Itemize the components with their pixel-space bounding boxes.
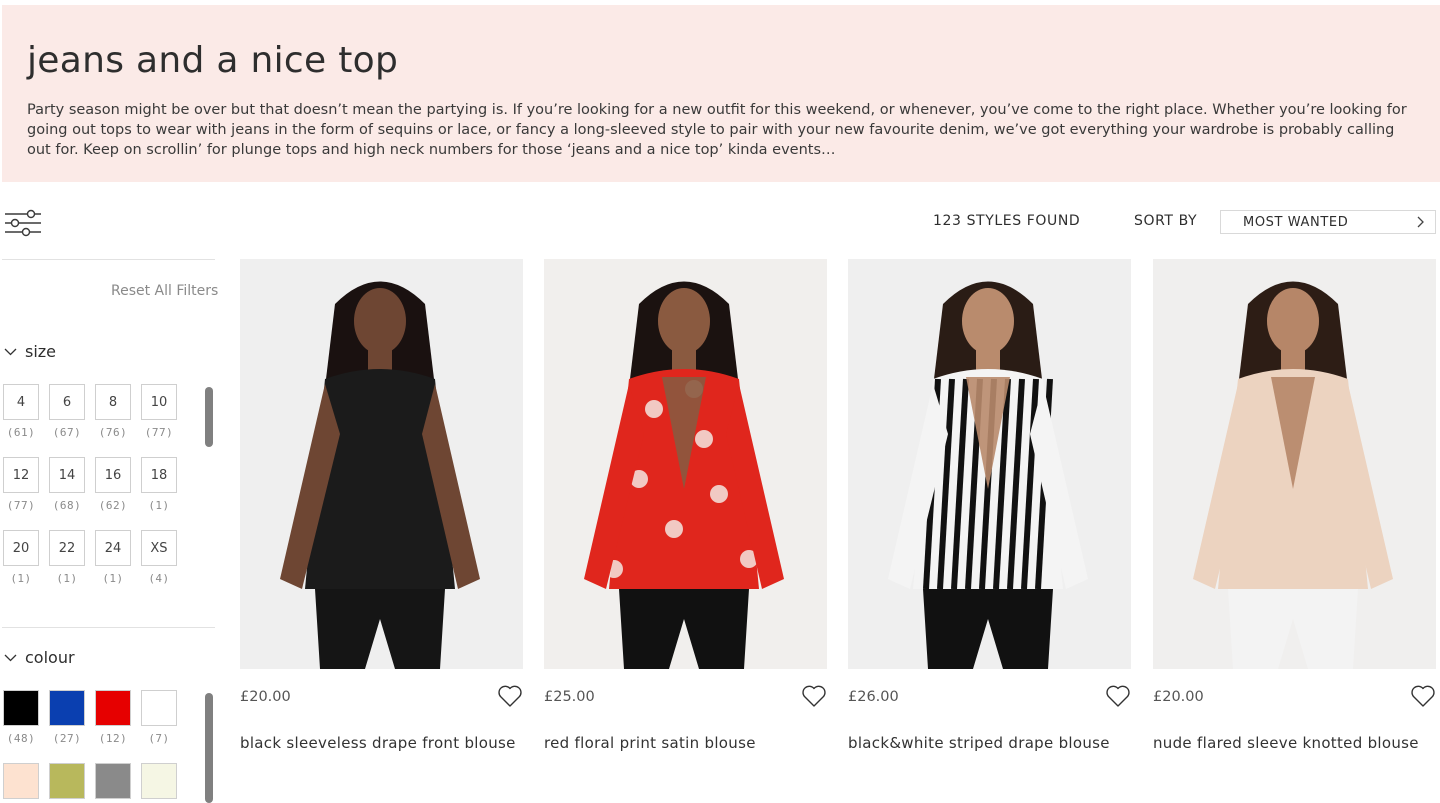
- size-option[interactable]: 10 (77): [141, 384, 177, 439]
- size-option-count: (4): [148, 572, 170, 585]
- product-card[interactable]: £25.00 red floral print satin blouse: [544, 259, 827, 752]
- colour-option-count: (48): [6, 732, 36, 745]
- product-name[interactable]: red floral print satin blouse: [544, 734, 756, 752]
- colour-option[interactable]: (12): [95, 690, 131, 745]
- sidebar-divider: [2, 259, 215, 260]
- sort-value: MOST WANTED: [1243, 215, 1349, 230]
- size-option-button[interactable]: 6: [49, 384, 85, 420]
- product-card[interactable]: £20.00 black sleeveless drape front blous…: [240, 259, 523, 752]
- colour-swatch[interactable]: [49, 690, 85, 726]
- size-option[interactable]: 18 (1): [141, 457, 177, 512]
- size-option-count: (68): [52, 499, 82, 512]
- size-option-count: (61): [6, 426, 36, 439]
- chevron-right-icon: [1417, 216, 1424, 228]
- sidebar-divider: [2, 627, 215, 628]
- size-option-button[interactable]: 20: [3, 530, 39, 566]
- colour-swatch[interactable]: [95, 690, 131, 726]
- size-option-count: (1): [10, 572, 32, 585]
- size-option-button[interactable]: 14: [49, 457, 85, 493]
- size-option-button[interactable]: 16: [95, 457, 131, 493]
- chevron-down-icon: [4, 348, 17, 356]
- product-card[interactable]: £20.00 nude flared sleeve knotted blouse: [1153, 259, 1436, 752]
- colour-option-count: (27): [52, 732, 82, 745]
- size-facet-title: size: [25, 342, 57, 361]
- size-option[interactable]: 22 (1): [49, 530, 85, 585]
- size-option-button[interactable]: 12: [3, 457, 39, 493]
- size-option-count: (77): [6, 499, 36, 512]
- product-price: £25.00: [544, 689, 595, 705]
- colour-option[interactable]: (48): [3, 690, 39, 745]
- product-image[interactable]: [240, 259, 523, 669]
- size-option-button[interactable]: 4: [3, 384, 39, 420]
- colour-swatch[interactable]: [3, 763, 39, 799]
- colour-facet-toggle[interactable]: colour: [4, 648, 75, 667]
- colour-option[interactable]: [141, 763, 177, 803]
- colour-option[interactable]: [3, 763, 39, 803]
- product-card[interactable]: £26.00 black&white striped drape blouse: [848, 259, 1131, 752]
- size-option-button[interactable]: 10: [141, 384, 177, 420]
- heart-icon[interactable]: [801, 684, 827, 708]
- size-option[interactable]: 24 (1): [95, 530, 131, 585]
- category-description: Party season might be over but that does…: [27, 102, 1407, 158]
- page-title: jeans and a nice top: [27, 40, 399, 81]
- product-image[interactable]: [1153, 259, 1436, 669]
- colour-option[interactable]: [95, 763, 131, 803]
- size-option[interactable]: 16 (62): [95, 457, 131, 512]
- colour-option[interactable]: (7): [141, 690, 177, 745]
- colour-option-count: (12): [98, 732, 128, 745]
- colour-swatch[interactable]: [3, 690, 39, 726]
- size-option[interactable]: 8 (76): [95, 384, 131, 439]
- size-option-count: (1): [148, 499, 170, 512]
- size-option-button[interactable]: 8: [95, 384, 131, 420]
- sliders-icon[interactable]: [4, 207, 42, 239]
- heart-icon[interactable]: [1105, 684, 1131, 708]
- colour-option-count: (7): [148, 732, 170, 745]
- product-image[interactable]: [544, 259, 827, 669]
- size-facet-toggle[interactable]: size: [4, 342, 56, 361]
- colour-swatch[interactable]: [95, 763, 131, 799]
- product-name[interactable]: black&white striped drape blouse: [848, 734, 1110, 752]
- colour-facet-title: colour: [25, 648, 75, 667]
- size-option[interactable]: 20 (1): [3, 530, 39, 585]
- size-option[interactable]: 6 (67): [49, 384, 85, 439]
- size-option-button[interactable]: 24: [95, 530, 131, 566]
- size-option-button[interactable]: 22: [49, 530, 85, 566]
- size-option-count: (1): [102, 572, 124, 585]
- size-option[interactable]: XS (4): [141, 530, 177, 585]
- size-option-button[interactable]: 18: [141, 457, 177, 493]
- product-name[interactable]: black sleeveless drape front blouse: [240, 734, 516, 752]
- size-option-count: (1): [56, 572, 78, 585]
- colour-swatch[interactable]: [49, 763, 85, 799]
- size-option-button[interactable]: XS: [141, 530, 177, 566]
- colour-scrollbar[interactable]: [205, 693, 213, 803]
- product-name[interactable]: nude flared sleeve knotted blouse: [1153, 734, 1419, 752]
- results-count: 123 STYLES FOUND: [933, 213, 1081, 229]
- size-scrollbar[interactable]: [205, 387, 213, 447]
- sort-label: SORT BY: [1134, 213, 1198, 229]
- size-option[interactable]: 14 (68): [49, 457, 85, 512]
- sort-dropdown[interactable]: MOST WANTED: [1220, 210, 1436, 234]
- heart-icon[interactable]: [1410, 684, 1436, 708]
- size-option-count: (62): [98, 499, 128, 512]
- category-banner: jeans and a nice top Party season might …: [2, 5, 1440, 182]
- product-price: £20.00: [1153, 689, 1204, 705]
- colour-option[interactable]: [49, 763, 85, 803]
- colour-option[interactable]: (27): [49, 690, 85, 745]
- size-option[interactable]: 4 (61): [3, 384, 39, 439]
- colour-swatch[interactable]: [141, 690, 177, 726]
- size-option-count: (77): [144, 426, 174, 439]
- size-option-count: (67): [52, 426, 82, 439]
- heart-icon[interactable]: [497, 684, 523, 708]
- chevron-down-icon: [4, 654, 17, 662]
- product-price: £26.00: [848, 689, 899, 705]
- size-option[interactable]: 12 (77): [3, 457, 39, 512]
- product-image[interactable]: [848, 259, 1131, 669]
- reset-filters-link[interactable]: Reset All Filters: [111, 283, 218, 299]
- colour-swatch[interactable]: [141, 763, 177, 799]
- size-option-count: (76): [98, 426, 128, 439]
- product-price: £20.00: [240, 689, 291, 705]
